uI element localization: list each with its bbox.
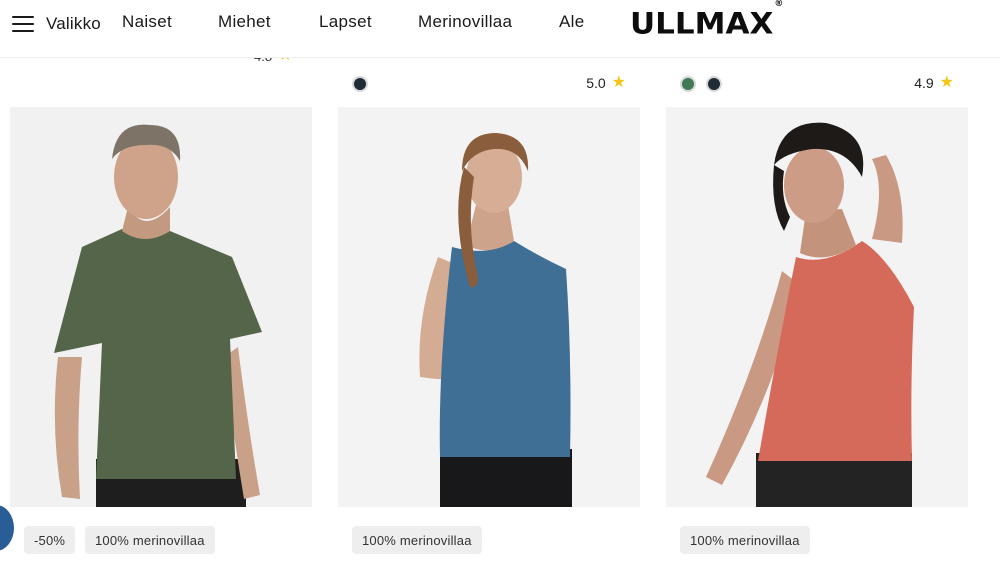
product-rating: 4.9 ★ xyxy=(914,74,954,92)
chat-icon[interactable] xyxy=(0,505,14,551)
hamburger-menu-icon[interactable] xyxy=(12,16,34,32)
material-badge: 100% merinovillaa xyxy=(680,526,810,554)
nav-ale[interactable]: Ale xyxy=(559,12,584,32)
nav-miehet[interactable]: Miehet xyxy=(218,12,271,32)
color-swatch[interactable] xyxy=(680,76,696,92)
site-header: Valikko Naiset Miehet Lapset Merinovilla… xyxy=(0,0,1000,58)
color-swatch[interactable] xyxy=(706,76,722,92)
product-image-1[interactable] xyxy=(10,107,312,507)
product-meta-3: 4.9 ★ xyxy=(666,72,968,96)
product-meta-2: 5.0 ★ xyxy=(338,72,640,96)
product-image-3[interactable] xyxy=(666,107,968,507)
discount-badge: -50% xyxy=(24,526,76,554)
garment-shape xyxy=(439,241,571,457)
star-icon: ★ xyxy=(939,74,954,91)
menu-label[interactable]: Valikko xyxy=(46,14,101,34)
material-badge: 100% merinovillaa xyxy=(85,526,215,554)
product-rating: 5.0 ★ xyxy=(586,74,626,92)
product-image-2[interactable] xyxy=(338,107,640,507)
nav-naiset[interactable]: Naiset xyxy=(122,12,172,32)
nav-lapset[interactable]: Lapset xyxy=(319,12,372,32)
material-badge: 100% merinovillaa xyxy=(352,526,482,554)
color-swatch[interactable] xyxy=(352,76,368,92)
ullmax-logo[interactable]: ULLMAX® xyxy=(630,0,783,41)
nav-merinovillaa[interactable]: Merinovillaa xyxy=(418,12,512,32)
star-icon: ★ xyxy=(611,74,626,91)
pants-shape xyxy=(756,453,912,507)
menu-button[interactable]: Valikko xyxy=(12,12,101,36)
pants-shape xyxy=(440,449,572,507)
